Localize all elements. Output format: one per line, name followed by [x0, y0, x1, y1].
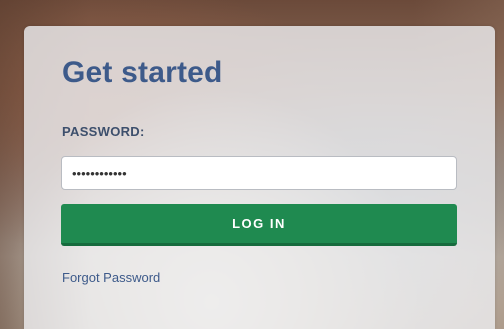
login-button[interactable]: LOG IN [61, 204, 457, 246]
password-input[interactable] [61, 156, 457, 190]
login-card: Get started PASSWORD: LOG IN Forgot Pass… [24, 26, 495, 329]
forgot-password-link[interactable]: Forgot Password [62, 270, 160, 285]
page-title: Get started [62, 56, 223, 89]
password-label: PASSWORD: [62, 124, 145, 139]
